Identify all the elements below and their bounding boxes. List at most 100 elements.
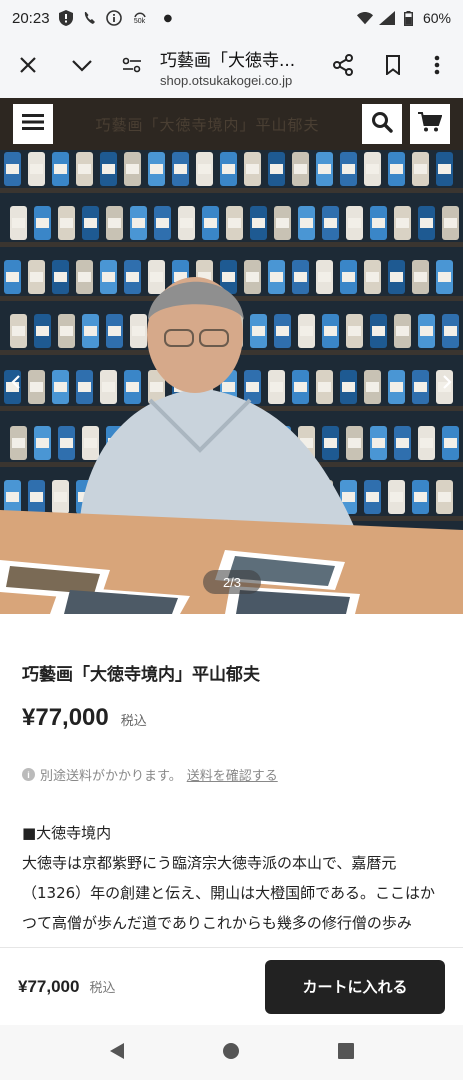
shipping-link[interactable]: 送料を確認する bbox=[187, 765, 278, 784]
shelf-jar-label bbox=[438, 272, 451, 282]
shelf-jar-label bbox=[6, 272, 19, 282]
shelf-jar-label bbox=[372, 438, 385, 448]
shelf-jar-label bbox=[30, 382, 43, 392]
header-title: 巧藝画「大徳寺境内」平山郁夫 bbox=[95, 115, 320, 134]
info-icon: i bbox=[22, 768, 35, 781]
back-triangle-icon bbox=[109, 1042, 125, 1064]
shelf-jar-label bbox=[222, 272, 235, 282]
bookmark-icon bbox=[385, 55, 401, 79]
shelf-jar-label bbox=[12, 438, 25, 448]
shelf-jar-label bbox=[324, 218, 337, 228]
shelf-jar-label bbox=[318, 164, 331, 174]
bookmark-button[interactable] bbox=[371, 45, 415, 89]
shelf-jar-label bbox=[324, 438, 337, 448]
tune-icon bbox=[122, 57, 142, 77]
shelf-jar-label bbox=[420, 438, 433, 448]
shelf-jar-label bbox=[366, 164, 379, 174]
shelf-jar-label bbox=[108, 218, 121, 228]
shelf-jar-label bbox=[444, 326, 457, 336]
shelf-jar-label bbox=[54, 272, 67, 282]
browser-toolbar: 巧藝画「大徳寺... shop.otsukakogei.co.jp bbox=[0, 36, 463, 98]
shelf-jar-label bbox=[150, 272, 163, 282]
carousel-next-button[interactable] bbox=[437, 372, 457, 392]
shelf-jar-label bbox=[102, 272, 115, 282]
nav-back-button[interactable] bbox=[102, 1038, 132, 1068]
shelf-jar-label bbox=[156, 218, 169, 228]
tax-label: 税込 bbox=[120, 714, 147, 729]
carousel-pager: 2/3 bbox=[203, 570, 261, 594]
shelf-jar-label bbox=[174, 164, 187, 174]
shipping-text: 別途送料がかかります。 bbox=[40, 769, 182, 784]
shelf-jar-label bbox=[228, 218, 241, 228]
shelf-jar-label bbox=[60, 326, 73, 336]
shelf-jar-label bbox=[60, 218, 73, 228]
shelf-jar-label bbox=[438, 164, 451, 174]
nav-home-button[interactable] bbox=[216, 1038, 246, 1068]
shelf-jar-label bbox=[252, 326, 265, 336]
product-image-carousel[interactable] bbox=[0, 150, 463, 614]
shelf-jar-label bbox=[222, 164, 235, 174]
shelf-jar-label bbox=[276, 326, 289, 336]
cart-button[interactable] bbox=[410, 104, 450, 144]
shelf-jar-label bbox=[102, 382, 115, 392]
chevron-down-icon bbox=[71, 58, 93, 77]
shelf-jar-label bbox=[84, 326, 97, 336]
shelf-jar-label bbox=[36, 326, 49, 336]
site-settings-button[interactable] bbox=[110, 45, 154, 89]
chevron-right-icon bbox=[442, 374, 452, 390]
shelf-jar-label bbox=[396, 438, 409, 448]
add-to-cart-button[interactable]: カートに入れる bbox=[265, 959, 445, 1014]
shelf-jar-label bbox=[390, 164, 403, 174]
shelf-jar-label bbox=[246, 164, 259, 174]
carousel-prev-button[interactable] bbox=[6, 372, 26, 392]
shelf-jar-label bbox=[396, 326, 409, 336]
shelf-jar-label bbox=[420, 218, 433, 228]
shelf-jar-label bbox=[294, 272, 307, 282]
shelf-jar-label bbox=[84, 438, 97, 448]
shelf-jar-label bbox=[6, 492, 19, 502]
price-row: ¥77,000 税込 bbox=[22, 704, 147, 732]
shelf-jar-label bbox=[438, 492, 451, 502]
share-button[interactable] bbox=[321, 45, 365, 89]
shelf-jar-label bbox=[60, 438, 73, 448]
close-tab-button[interactable] bbox=[6, 45, 50, 89]
hamburger-icon bbox=[22, 113, 44, 135]
shelf-jar-label bbox=[372, 326, 385, 336]
shelf-jar-label bbox=[270, 382, 283, 392]
shelf-jar-label bbox=[414, 492, 427, 502]
shelf-jar-label bbox=[366, 382, 379, 392]
share-icon bbox=[333, 54, 353, 80]
wifi-icon bbox=[356, 10, 373, 26]
description-heading: ■大徳寺境内 bbox=[22, 824, 112, 842]
home-circle-icon bbox=[222, 1042, 240, 1064]
shelf-jar-label bbox=[342, 272, 355, 282]
shelf-jar-label bbox=[270, 164, 283, 174]
shelf-jar-label bbox=[414, 164, 427, 174]
battery-level: 60% bbox=[422, 10, 451, 26]
shelf-jar-label bbox=[204, 218, 217, 228]
wifi-calling-icon bbox=[82, 10, 98, 26]
menu-button[interactable] bbox=[13, 104, 53, 144]
shelf-jar-label bbox=[78, 272, 91, 282]
shelf-jar-label bbox=[372, 218, 385, 228]
search-button[interactable] bbox=[362, 104, 402, 144]
nav-recents-button[interactable] bbox=[331, 1038, 361, 1068]
shelf-jar-label bbox=[318, 382, 331, 392]
shelf-jar-label bbox=[342, 492, 355, 502]
page-title: 巧藝画「大徳寺... bbox=[160, 51, 296, 71]
shelf-jar-label bbox=[390, 492, 403, 502]
description-body: 大徳寺は京都紫野にう臨済宗大徳寺派の本山で、嘉暦元（1326）年の創建と伝え、開… bbox=[22, 854, 436, 932]
shelf-jar-label bbox=[390, 382, 403, 392]
more-options-button[interactable] bbox=[415, 45, 459, 89]
shelf-jar-label bbox=[126, 382, 139, 392]
shelf-jar-label bbox=[126, 272, 139, 282]
product-photo bbox=[0, 150, 463, 614]
shelf-jar-label bbox=[396, 218, 409, 228]
shelf-jar-label bbox=[36, 218, 49, 228]
shelf-jar-label bbox=[366, 492, 379, 502]
shelf-jar-label bbox=[300, 326, 313, 336]
url-bar[interactable]: 巧藝画「大徳寺... shop.otsukakogei.co.jp bbox=[154, 46, 321, 88]
shelf-jar-label bbox=[12, 326, 25, 336]
minimize-button[interactable] bbox=[60, 45, 104, 89]
shelf-jar-label bbox=[36, 438, 49, 448]
